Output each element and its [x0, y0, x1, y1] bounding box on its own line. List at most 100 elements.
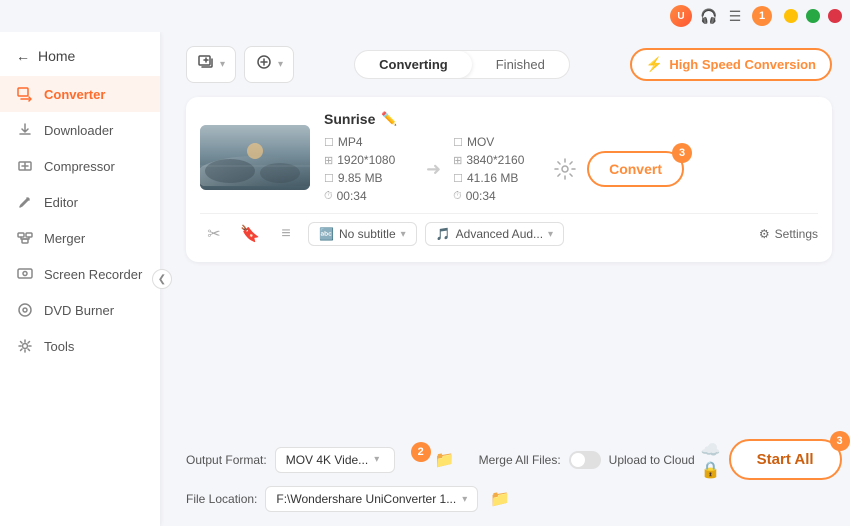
sidebar-collapse-button[interactable]: ❮ — [152, 269, 172, 289]
effects-icon[interactable]: ≡ — [272, 220, 300, 248]
input-format-item: ☐ MP4 — [324, 135, 414, 149]
high-speed-button[interactable]: ⚡ High Speed Conversion — [630, 48, 832, 81]
merge-toggle[interactable] — [569, 451, 601, 469]
output-resolution: 3840*2160 — [466, 153, 524, 167]
sidebar-item-downloader[interactable]: Downloader — [0, 112, 160, 148]
tab-converting[interactable]: Converting — [355, 51, 472, 78]
settings-button[interactable]: ⚙ Settings — [759, 227, 818, 241]
sidebar-item-merger[interactable]: Merger — [0, 220, 160, 256]
sidebar-item-dvd-burner[interactable]: DVD Burner — [0, 292, 160, 328]
downloader-icon — [16, 121, 34, 139]
input-resolution: 1920*1080 — [337, 153, 395, 167]
file-thumbnail — [200, 125, 310, 190]
input-format: MP4 — [338, 135, 363, 149]
subtitle-icon: 🔤 — [319, 227, 334, 241]
output-settings-icon-group[interactable] — [553, 157, 577, 181]
add-files-icon — [197, 53, 215, 76]
upload-label: Upload to Cloud — [609, 453, 695, 467]
format-icon: ☐ — [324, 136, 334, 149]
input-duration-item: ⏱ 00:34 — [324, 189, 414, 203]
upload-cloud-icon[interactable]: ☁️🔒 — [701, 440, 721, 480]
close-button[interactable] — [828, 9, 842, 23]
sidebar-item-compressor[interactable]: Compressor — [0, 148, 160, 184]
compressor-label: Compressor — [44, 159, 115, 174]
notification-badge: 1 — [752, 6, 772, 26]
downloader-label: Downloader — [44, 123, 113, 138]
output-format-select[interactable]: MOV 4K Vide... ▾ — [275, 447, 395, 473]
start-all-button[interactable]: Start All — [729, 439, 842, 480]
file-info: Sunrise ✏️ ☐ MP4 ⊞ 1920*1080 — [324, 111, 818, 203]
add-more-chevron-icon: ▾ — [278, 59, 283, 70]
cut-icon[interactable]: ✂ — [200, 220, 228, 248]
subtitle-select[interactable]: 🔤 No subtitle ▾ — [308, 222, 417, 246]
converter-icon — [16, 85, 34, 103]
location-value: F:\Wondershare UniConverter 1... — [276, 492, 456, 506]
merger-icon — [16, 229, 34, 247]
bottom-row-1: Output Format: MOV 4K Vide... ▾ 2 📁 Merg… — [186, 439, 832, 480]
output-resolution-item: ⊞ 3840*2160 — [453, 153, 543, 167]
subtitle-value: No subtitle — [339, 227, 396, 241]
upload-group: Upload to Cloud ☁️🔒 — [609, 440, 721, 480]
file-location-select[interactable]: F:\Wondershare UniConverter 1... ▾ — [265, 486, 478, 512]
bookmark-icon[interactable]: 🔖 — [236, 220, 264, 248]
menu-icon[interactable]: ☰ — [726, 7, 744, 25]
convert-badge: 3 — [672, 143, 692, 163]
add-files-button[interactable]: ▾ — [186, 46, 236, 83]
output-format-icon: ☐ — [453, 136, 463, 149]
file-title-text: Sunrise — [324, 111, 375, 127]
input-meta-group: ☐ MP4 ⊞ 1920*1080 ☐ 9.85 MB — [324, 135, 414, 203]
audio-select[interactable]: 🎵 Advanced Aud... ▾ — [425, 222, 564, 246]
output-size-item: ☐ 41.16 MB — [453, 171, 543, 185]
start-badge: 3 — [830, 431, 850, 451]
sidebar-back[interactable]: ← Home — [0, 40, 160, 76]
convert-button[interactable]: Convert — [587, 151, 684, 187]
location-chevron: ▾ — [462, 494, 467, 505]
file-card: Sunrise ✏️ ☐ MP4 ⊞ 1920*1080 — [186, 97, 832, 262]
add-more-button[interactable]: ▾ — [244, 46, 294, 83]
file-card-footer: ✂ 🔖 ≡ 🔤 No subtitle ▾ 🎵 Advanced Aud... … — [200, 213, 818, 248]
sidebar-item-converter[interactable]: Converter — [0, 76, 160, 112]
tab-finished[interactable]: Finished — [472, 51, 569, 78]
sidebar: ← Home Converter Downloader — [0, 32, 160, 526]
headset-icon[interactable]: 🎧 — [700, 7, 718, 25]
duration-icon: ⏱ — [324, 190, 333, 203]
audio-value: Advanced Aud... — [456, 227, 543, 241]
chevron-down-icon: ▾ — [220, 59, 225, 70]
user-avatar[interactable]: U — [670, 5, 692, 27]
output-duration-icon: ⏱ — [453, 190, 462, 203]
main-content: ▾ ▾ Converting Finished — [160, 32, 850, 526]
tools-icon — [16, 337, 34, 355]
sidebar-item-tools[interactable]: Tools — [0, 328, 160, 364]
conversion-arrow-icon: ➜ — [426, 159, 441, 180]
settings-label: Settings — [775, 227, 818, 241]
tab-group: Converting Finished — [354, 50, 570, 79]
settings-gear-icon — [553, 157, 577, 181]
sidebar-item-editor[interactable]: Editor — [0, 184, 160, 220]
location-folder-icon[interactable]: 📁 — [490, 489, 510, 509]
editor-icon — [16, 193, 34, 211]
sidebar-item-screen-recorder[interactable]: Screen Recorder — [0, 256, 160, 292]
content-spacer — [186, 274, 832, 439]
start-all-wrapper: Start All 3 — [729, 439, 842, 480]
tools-label: Tools — [44, 339, 74, 354]
screen-recorder-label: Screen Recorder — [44, 267, 142, 282]
output-format-label: Output Format: — [186, 453, 267, 467]
maximize-button[interactable] — [806, 9, 820, 23]
merge-label: Merge All Files: — [479, 453, 561, 467]
file-meta: ☐ MP4 ⊞ 1920*1080 ☐ 9.85 MB — [324, 135, 818, 203]
settings-icon: ⚙ — [759, 227, 770, 241]
output-meta-group: ☐ MOV ⊞ 3840*2160 ☐ 41.16 MB — [453, 135, 543, 203]
folder-icon[interactable]: 📁 — [435, 450, 455, 470]
input-resolution-item: ⊞ 1920*1080 — [324, 153, 414, 167]
subtitle-chevron: ▾ — [401, 229, 406, 240]
file-card-header: Sunrise ✏️ ☐ MP4 ⊞ 1920*1080 — [200, 111, 818, 203]
output-resolution-icon: ⊞ — [453, 154, 462, 167]
output-size-icon: ☐ — [453, 172, 463, 185]
audio-chevron: ▾ — [548, 229, 553, 240]
edit-title-icon[interactable]: ✏️ — [381, 111, 397, 127]
minimize-button[interactable] — [784, 9, 798, 23]
dvd-burner-label: DVD Burner — [44, 303, 114, 318]
resolution-icon: ⊞ — [324, 154, 333, 167]
location-label: File Location: — [186, 492, 257, 506]
bolt-icon: ⚡ — [646, 56, 663, 73]
